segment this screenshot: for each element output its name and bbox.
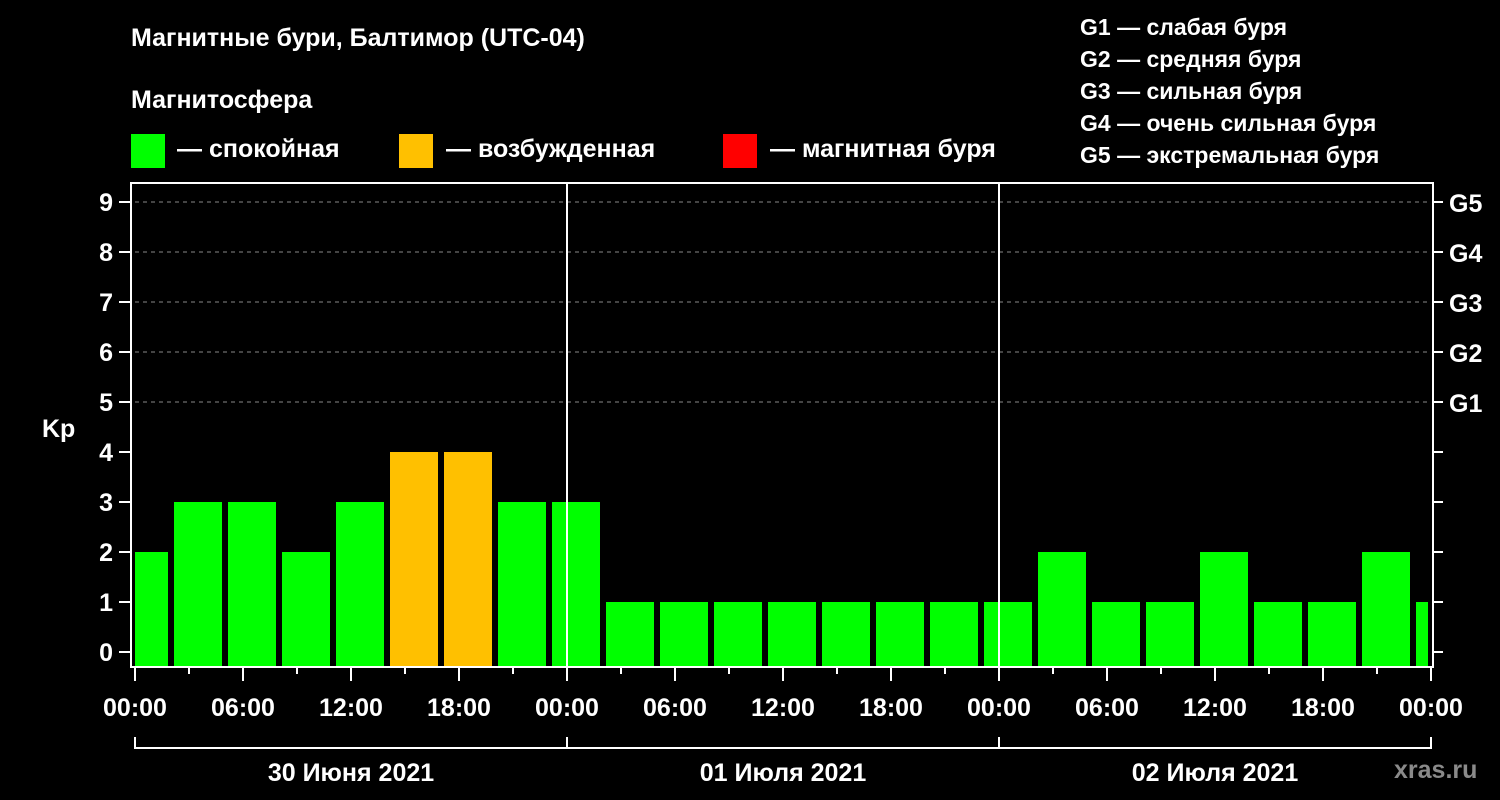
x-tick-label: 00:00 — [103, 694, 167, 722]
x-tick-label: 00:00 — [535, 694, 599, 722]
y-tick-label: 6 — [99, 339, 113, 367]
x-tick-label: 00:00 — [1399, 694, 1463, 722]
x-tick-label: 12:00 — [319, 694, 383, 722]
x-tick-label: 12:00 — [1183, 694, 1247, 722]
y-tick-label: 9 — [99, 189, 113, 217]
kp-bar — [135, 552, 168, 667]
kp-bar — [390, 452, 438, 667]
kp-bar — [444, 452, 492, 667]
g-level-label: G5 — [1449, 190, 1482, 218]
kp-bar — [1038, 552, 1086, 667]
g-level-label: G4 — [1449, 240, 1482, 268]
kp-bar — [1308, 602, 1356, 667]
y-tick-label: 8 — [99, 239, 113, 267]
y-tick-label: 5 — [99, 389, 113, 417]
x-tick-label: 18:00 — [1291, 694, 1355, 722]
kp-bar — [1200, 552, 1248, 667]
kp-bar — [1362, 552, 1410, 667]
kp-chart: 0 1 2 3 4 5 6 7 8 9 G1 G2 G3 G4 G5 Kp 00:00 06:00 12:00 18:… — [42, 182, 1482, 787]
kp-bar — [336, 502, 384, 667]
kp-bar — [714, 602, 762, 667]
kp-bar — [552, 502, 600, 667]
g-level-label: G1 — [1449, 390, 1482, 418]
kp-bar — [876, 602, 924, 667]
kp-bar — [228, 502, 276, 667]
kp-bar — [1092, 602, 1140, 667]
kp-bar — [174, 502, 222, 667]
y-tick-label: 1 — [99, 589, 113, 617]
kp-bar — [282, 552, 330, 667]
g-level-label: G3 — [1449, 290, 1482, 318]
y-axis-label: Kp — [42, 415, 75, 443]
kp-bar — [768, 602, 816, 667]
date-label: 01 Июля 2021 — [700, 759, 867, 787]
y-tick-label: 0 — [99, 639, 113, 667]
x-tick-label: 00:00 — [967, 694, 1031, 722]
x-tick-label: 06:00 — [643, 694, 707, 722]
x-tick-label: 18:00 — [859, 694, 923, 722]
kp-bar — [984, 602, 1032, 667]
kp-bar — [1254, 602, 1302, 667]
y-tick-label: 3 — [99, 489, 113, 517]
date-label: 02 Июля 2021 — [1132, 759, 1299, 787]
kp-bar — [1146, 602, 1194, 667]
watermark: xras.ru — [1394, 756, 1478, 784]
kp-bar — [930, 602, 978, 667]
x-tick-label: 12:00 — [751, 694, 815, 722]
g-level-label: G2 — [1449, 340, 1482, 368]
kp-bar — [1416, 602, 1428, 667]
x-tick-label: 06:00 — [211, 694, 275, 722]
x-tick-label: 18:00 — [427, 694, 491, 722]
y-tick-label: 2 — [99, 539, 113, 567]
y-tick-label: 4 — [99, 439, 113, 467]
kp-bar — [606, 602, 654, 667]
x-tick-label: 06:00 — [1075, 694, 1139, 722]
date-bracket — [134, 737, 1432, 749]
date-label: 30 Июня 2021 — [268, 759, 434, 787]
y-tick-label: 7 — [99, 289, 113, 317]
kp-bar — [498, 502, 546, 667]
kp-bar — [660, 602, 708, 667]
kp-bar — [822, 602, 870, 667]
